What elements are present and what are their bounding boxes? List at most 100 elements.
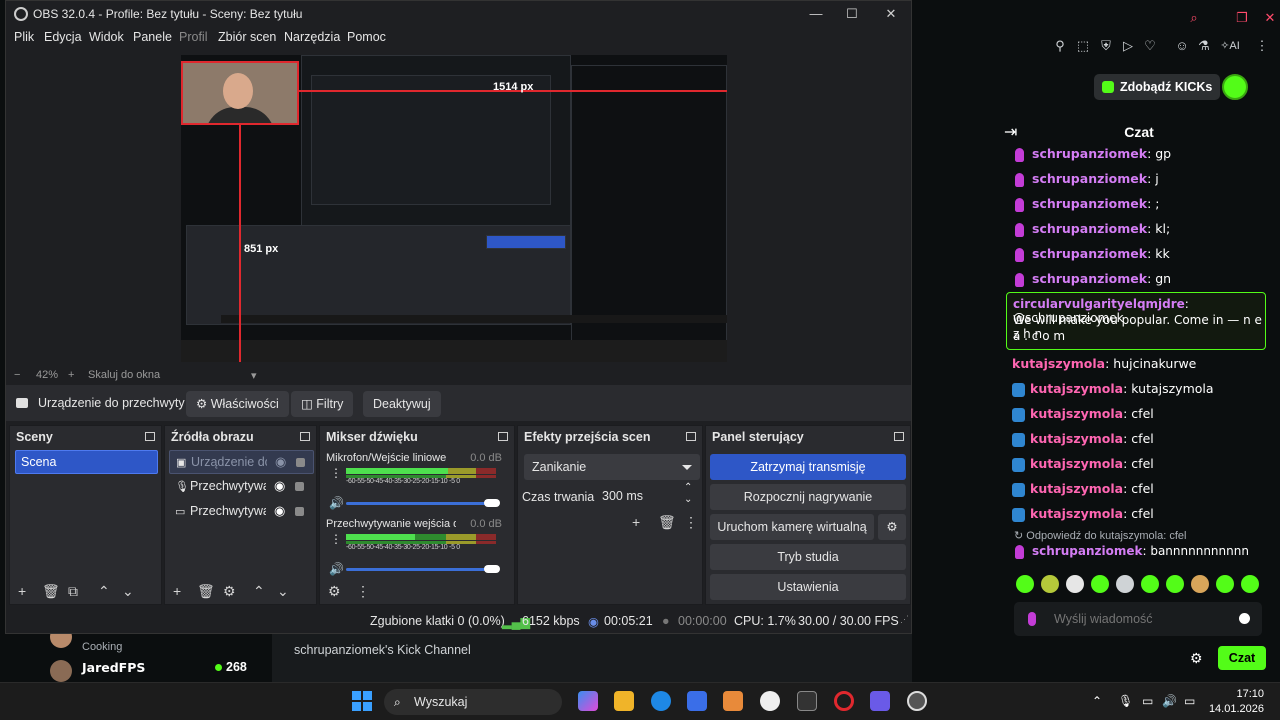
chart-app-icon[interactable] [797, 691, 817, 711]
emoji-icon[interactable] [1239, 613, 1250, 624]
channel-menu-icon[interactable]: ⋮ [330, 466, 342, 480]
filter-icon[interactable]: ⧉ [68, 583, 78, 600]
chat-settings-icon[interactable]: ⚙ [1190, 650, 1203, 667]
studio-mode-button[interactable]: Tryb studia [710, 544, 906, 570]
scene-item[interactable]: Scena [15, 450, 158, 474]
add-icon[interactable]: + [18, 583, 26, 599]
menu-narzedzia[interactable]: Narzędzia [284, 30, 340, 44]
move-up-icon[interactable]: ⌃ [98, 583, 110, 600]
undock-icon[interactable] [300, 432, 310, 441]
copilot-icon[interactable] [578, 691, 598, 711]
emote-icon[interactable] [1091, 575, 1109, 593]
lock-icon[interactable] [295, 482, 304, 491]
visibility-icon[interactable]: ◉ [275, 454, 286, 470]
visibility-icon[interactable]: ◉ [274, 503, 285, 519]
emote-icon[interactable] [1041, 575, 1059, 593]
pin-icon[interactable]: ⚲ [1052, 38, 1068, 54]
fit-window-button[interactable]: Skaluj do okna [88, 369, 160, 381]
start-button[interactable] [352, 691, 372, 711]
advanced-audio-icon[interactable]: ⚙ [328, 583, 341, 600]
undock-icon[interactable] [686, 432, 696, 441]
menu-plik[interactable]: Plik [14, 30, 34, 44]
duration-spinbox[interactable]: 300 ms ⌃ ⌄ [598, 482, 698, 508]
start-virtual-camera-button[interactable]: Uruchom kamerę wirtualną [710, 514, 874, 540]
menu-profil[interactable]: Profil [179, 30, 207, 44]
chat-input-box[interactable] [1014, 602, 1262, 636]
emote-icon[interactable] [1016, 575, 1034, 593]
settings-button[interactable]: Ustawienia [710, 574, 906, 600]
flask-icon[interactable]: ⚗ [1196, 38, 1212, 54]
app-icon[interactable] [723, 691, 743, 711]
undock-icon[interactable] [498, 432, 508, 441]
play-icon[interactable]: ▷ [1120, 38, 1136, 54]
speaker-icon[interactable]: 🔊 [329, 562, 344, 576]
lock-icon[interactable] [296, 458, 305, 467]
chat-send-button[interactable]: Czat [1218, 646, 1266, 670]
deactivate-button[interactable]: Deaktywuj [363, 391, 441, 417]
webcam-source[interactable] [181, 61, 299, 125]
emote-icon[interactable] [1116, 575, 1134, 593]
close-icon[interactable]: ✕ [1262, 10, 1278, 26]
menu-zbior-scen[interactable]: Zbiór scen [218, 30, 276, 44]
volume-slider[interactable] [346, 568, 496, 571]
title-bar[interactable]: OBS 32.0.4 - Profile: Bez tytułu - Sceny… [6, 1, 911, 27]
chat-app-icon[interactable] [870, 691, 890, 711]
add-icon[interactable]: + [173, 583, 181, 599]
more-icon[interactable]: ⋮ [1254, 38, 1270, 54]
heart-icon[interactable]: ♡ [1142, 38, 1158, 54]
get-kicks-button[interactable]: Zdobądź KICKs [1094, 74, 1220, 100]
store-icon[interactable] [687, 691, 707, 711]
trash-icon[interactable]: 🗑 [197, 583, 215, 600]
user-icon[interactable]: ☺ [1174, 38, 1190, 54]
restore-icon[interactable]: ❐ [1234, 10, 1250, 26]
close-button[interactable]: ✕ [876, 4, 906, 24]
speaker-icon[interactable]: 🔊 [329, 496, 344, 510]
opera-icon[interactable] [834, 691, 854, 711]
taskbar-clock[interactable]: 17:10 14.01.2026 [1208, 687, 1264, 717]
ai-icon[interactable]: ✧AI [1218, 38, 1242, 54]
virtual-camera-settings-button[interactable]: ⚙ [878, 514, 906, 540]
lock-icon[interactable] [295, 507, 304, 516]
battery-icon[interactable]: ▭ [1184, 694, 1195, 708]
move-up-icon[interactable]: ⌃ [253, 583, 265, 600]
tray-overflow-icon[interactable]: ⌃ [1092, 694, 1102, 708]
taskbar-search[interactable]: ⌕ Wyszukaj [384, 689, 562, 715]
channel-menu-icon[interactable]: ⋮ [330, 532, 342, 546]
mic-tray-icon[interactable]: 🎙 [1118, 694, 1133, 708]
chat-input[interactable] [1054, 610, 1234, 628]
undock-icon[interactable] [894, 432, 904, 441]
more-icon[interactable]: ⋮ [684, 514, 698, 531]
menu-panele[interactable]: Panele [133, 30, 172, 44]
minimize-button[interactable]: — [801, 4, 831, 24]
shield-icon[interactable]: ⛨ [1098, 38, 1114, 54]
file-explorer-icon[interactable] [614, 691, 634, 711]
transition-select[interactable]: Zanikanie [524, 454, 700, 480]
preview-canvas[interactable]: 1514 px 851 px [181, 55, 727, 362]
move-down-icon[interactable]: ⌄ [122, 583, 134, 600]
add-icon[interactable]: + [632, 514, 640, 530]
resize-grip-icon[interactable]: ⋰ [900, 614, 909, 625]
emote-icon[interactable] [1141, 575, 1159, 593]
properties-button[interactable]: ⚙ Właściwości [186, 391, 289, 417]
menu-edycja[interactable]: Edycja [44, 30, 82, 44]
preview-area[interactable]: 1514 px 851 px [6, 49, 911, 367]
maximize-button[interactable]: ☐ [837, 4, 867, 24]
emote-icon[interactable] [1241, 575, 1259, 593]
emote-icon[interactable] [1191, 575, 1209, 593]
edge-icon[interactable] [651, 691, 671, 711]
emote-icon[interactable] [1066, 575, 1084, 593]
menu-widok[interactable]: Widok [89, 30, 124, 44]
obs-taskbar-icon[interactable] [907, 691, 927, 711]
volume-slider-handle[interactable] [484, 565, 500, 573]
trash-icon[interactable]: 🗑 [42, 583, 60, 600]
zoom-out-button[interactable]: − [14, 369, 20, 381]
decrement-icon[interactable]: ⌄ [684, 494, 692, 505]
trash-icon[interactable]: 🗑 [658, 514, 676, 531]
stop-streaming-button[interactable]: Zatrzymaj transmisję [710, 454, 906, 480]
search-icon[interactable]: ⌕ [1186, 10, 1202, 26]
undock-icon[interactable] [145, 432, 155, 441]
emote-icon[interactable] [1216, 575, 1234, 593]
increment-icon[interactable]: ⌃ [684, 482, 692, 493]
zoom-dropdown-icon[interactable]: ▾ [251, 369, 257, 382]
clip-icon[interactable]: ⬚ [1075, 38, 1091, 54]
